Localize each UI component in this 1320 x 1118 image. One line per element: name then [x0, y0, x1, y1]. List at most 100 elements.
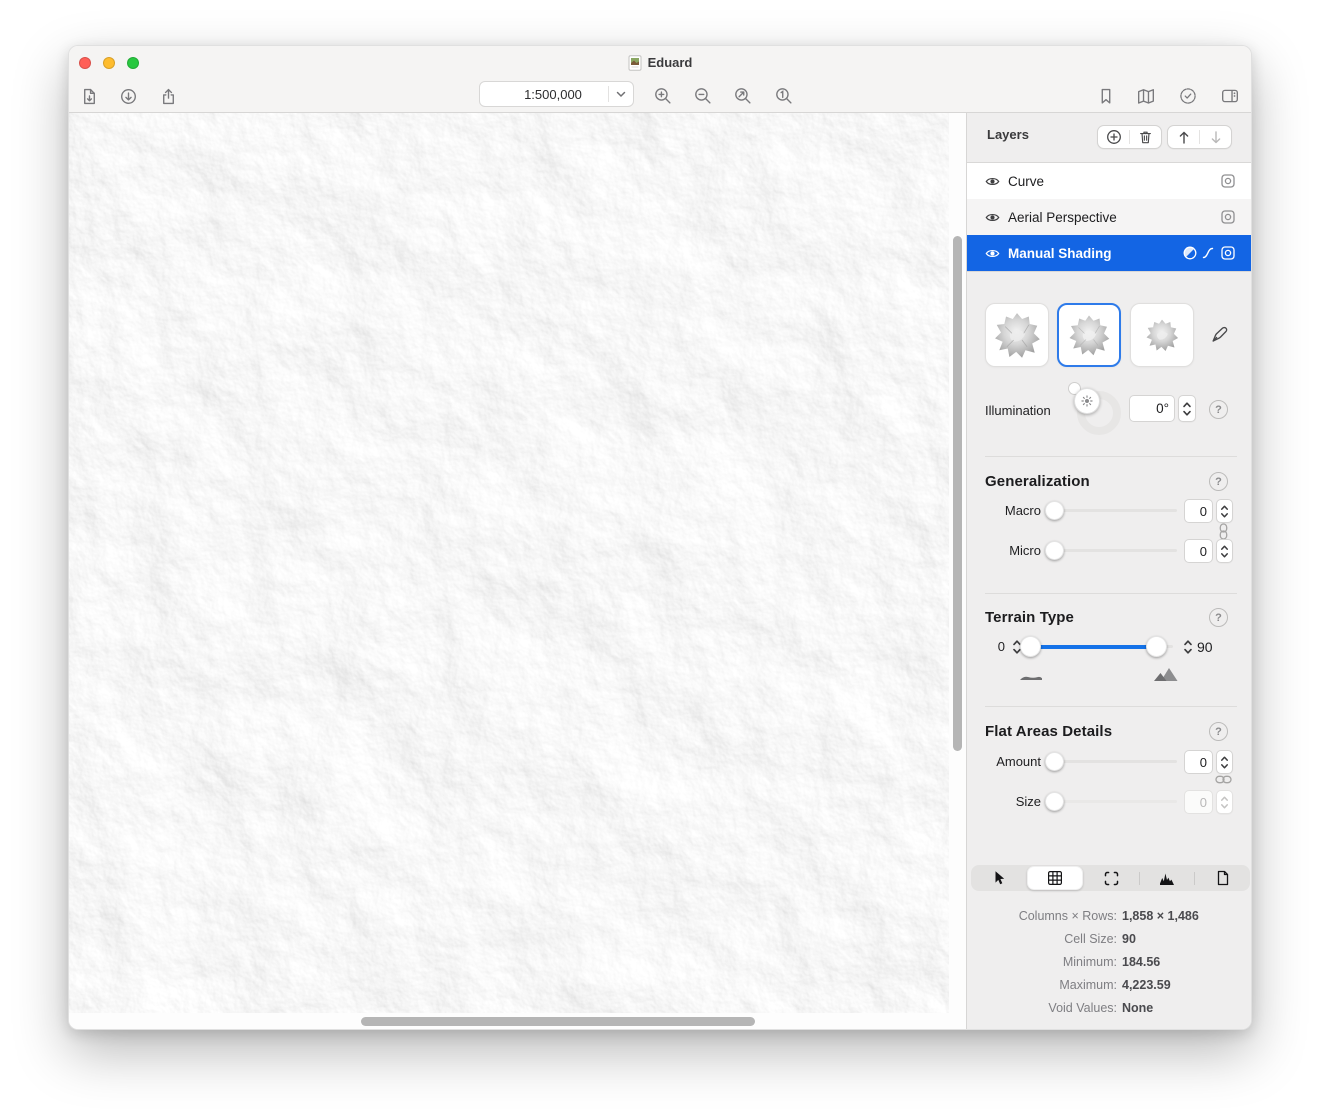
size-value-field[interactable]: [1184, 790, 1213, 814]
layer-row-curve[interactable]: Curve: [967, 163, 1252, 199]
macro-stepper[interactable]: [1216, 499, 1233, 523]
zoom-actual-size-button[interactable]: [769, 82, 799, 110]
import-document-button[interactable]: [74, 82, 104, 110]
shading-style-thumbnail-3[interactable]: [1130, 303, 1194, 367]
layer-mask-icon[interactable]: [1220, 173, 1236, 189]
badge-check-button[interactable]: [1173, 82, 1203, 110]
terrain-max-knob[interactable]: [1146, 636, 1167, 657]
info-label: Columns × Rows:: [967, 909, 1117, 927]
size-slider-track[interactable]: [1047, 800, 1177, 803]
tab-selection[interactable]: [1084, 865, 1139, 891]
amount-value-field[interactable]: [1184, 750, 1213, 774]
scale-dropdown[interactable]: 1:500,000: [479, 81, 634, 107]
info-value: 184.56: [1117, 955, 1160, 973]
illumination-label: Illumination: [985, 403, 1051, 418]
terrain-range-fill: [1031, 645, 1157, 649]
curve-s-icon[interactable]: [1202, 246, 1214, 260]
map-canvas[interactable]: [69, 113, 949, 1013]
flat-terrain-icon: [1019, 673, 1043, 681]
layer-mask-icon[interactable]: [1220, 245, 1236, 261]
layers-panel-title: Layers: [987, 127, 1029, 142]
layer-name: Manual Shading: [1008, 246, 1112, 261]
shaded-relief-map: [69, 113, 949, 1013]
layer-reorder-group: [1167, 125, 1232, 149]
info-label: Void Values:: [967, 1001, 1117, 1019]
shading-style-thumbnail-1[interactable]: [985, 303, 1049, 367]
terrain-max-stepper[interactable]: [1179, 635, 1196, 659]
desktop: Eduard 1:500,000: [0, 0, 1320, 1118]
zoom-to-selection-button[interactable]: [728, 82, 758, 110]
horizontal-scrollbar[interactable]: [361, 1017, 755, 1026]
info-value: 4,223.59: [1117, 978, 1171, 996]
flat-areas-help-button[interactable]: ?: [1209, 722, 1228, 741]
tab-select-tool[interactable]: [971, 865, 1026, 891]
macro-slider-knob[interactable]: [1045, 501, 1064, 520]
link-amount-size-icon[interactable]: [1215, 772, 1232, 787]
micro-slider-knob[interactable]: [1045, 541, 1064, 560]
terrain-type-help-button[interactable]: ?: [1209, 608, 1228, 627]
layer-mask-icon[interactable]: [1220, 209, 1236, 225]
info-row-cell-size: Cell Size: 90: [967, 932, 1252, 950]
amount-stepper[interactable]: [1216, 750, 1233, 774]
zoom-in-button[interactable]: [648, 82, 678, 110]
window-title: Eduard: [648, 55, 693, 70]
share-button[interactable]: [153, 82, 183, 110]
app-window: Eduard 1:500,000: [68, 45, 1252, 1030]
info-label: Maximum:: [967, 978, 1117, 996]
amount-label: Amount: [967, 754, 1041, 769]
sidebar-toggle-button[interactable]: [1215, 82, 1245, 110]
inspector-sidebar: Layers Curve: [966, 113, 1252, 1030]
amount-slider-knob[interactable]: [1045, 752, 1064, 771]
macro-value-field[interactable]: [1184, 499, 1213, 523]
layer-row-aerial-perspective[interactable]: Aerial Perspective: [967, 199, 1252, 235]
move-layer-down-button[interactable]: [1200, 126, 1231, 148]
delete-layer-button[interactable]: [1130, 126, 1161, 148]
map-button[interactable]: [1131, 82, 1161, 110]
info-row-minimum: Minimum: 184.56: [967, 955, 1252, 973]
layer-name: Curve: [1008, 174, 1044, 189]
info-row-maximum: Maximum: 4,223.59: [967, 978, 1252, 996]
size-slider-knob[interactable]: [1045, 792, 1064, 811]
terrain-min-knob[interactable]: [1020, 636, 1041, 657]
tab-grid-info[interactable]: [1027, 866, 1084, 890]
tab-file-info[interactable]: [1195, 865, 1250, 891]
document-proxy-icon[interactable]: [628, 55, 642, 71]
amount-slider-track[interactable]: [1047, 760, 1177, 763]
info-label: Cell Size:: [967, 932, 1117, 950]
terrain-max-value: 90: [1197, 639, 1213, 655]
move-layer-up-button[interactable]: [1168, 126, 1199, 148]
edit-pen-icon[interactable]: [1210, 325, 1229, 344]
size-label: Size: [967, 794, 1041, 809]
toolbar: 1:500,000: [69, 79, 1251, 113]
illumination-help-button[interactable]: ?: [1209, 400, 1228, 419]
visibility-eye-icon[interactable]: [985, 176, 1000, 187]
micro-value-field[interactable]: [1184, 539, 1213, 563]
illumination-angle-field[interactable]: [1129, 395, 1175, 422]
visibility-eye-icon[interactable]: [985, 248, 1000, 259]
generalization-title: Generalization: [985, 473, 1090, 490]
visibility-eye-icon[interactable]: [985, 212, 1000, 223]
terrain-type-title: Terrain Type: [985, 609, 1074, 626]
add-layer-button[interactable]: [1098, 126, 1129, 148]
layer-row-manual-shading[interactable]: Manual Shading: [967, 235, 1252, 271]
shading-style-thumbnail-2[interactable]: [1057, 303, 1121, 367]
zoom-out-button[interactable]: [688, 82, 718, 110]
section-divider: [985, 456, 1237, 457]
layers-list: Curve Aerial Perspective Manual Shading: [967, 162, 1252, 272]
tab-histogram[interactable]: [1140, 865, 1195, 891]
tone-half-circle-icon[interactable]: [1182, 245, 1198, 261]
link-macro-micro-icon[interactable]: [1216, 523, 1231, 540]
download-button[interactable]: [113, 82, 143, 110]
size-stepper[interactable]: [1216, 790, 1233, 814]
scale-value: 1:500,000: [480, 87, 608, 102]
bookmark-button[interactable]: [1091, 82, 1121, 110]
vertical-scrollbar[interactable]: [953, 236, 962, 751]
info-row-void-values: Void Values: None: [967, 1001, 1252, 1019]
generalization-help-button[interactable]: ?: [1209, 472, 1228, 491]
macro-slider-track[interactable]: [1047, 509, 1177, 512]
micro-slider-track[interactable]: [1047, 549, 1177, 552]
micro-stepper[interactable]: [1216, 539, 1233, 563]
window-chrome: Eduard 1:500,000: [69, 46, 1251, 113]
illumination-stepper[interactable]: [1178, 395, 1196, 422]
dial-sun-knob[interactable]: [1074, 388, 1100, 414]
